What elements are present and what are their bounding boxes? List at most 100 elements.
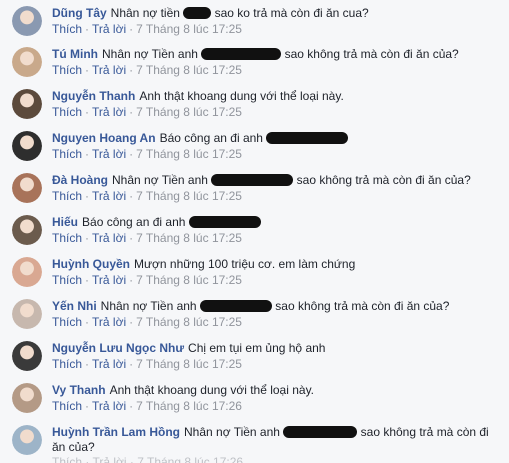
- reply-link[interactable]: Trả lời: [92, 105, 126, 119]
- reply-link[interactable]: Trả lời: [92, 63, 126, 77]
- commenter-name[interactable]: Nguyen Hoang An: [52, 131, 156, 145]
- comment-item: Dũng Tây Nhân nợ tiền sao ko trả mà còn đ…: [0, 2, 509, 44]
- like-link[interactable]: Thích: [52, 22, 82, 36]
- timestamp-link[interactable]: 7 Tháng 8 lúc 17:25: [136, 22, 242, 36]
- avatar-image: [12, 131, 42, 161]
- redaction-mark: [188, 216, 261, 228]
- avatar[interactable]: [12, 89, 42, 119]
- separator-dot: ·: [85, 231, 90, 245]
- avatar[interactable]: [12, 425, 42, 455]
- comment-text: Anh thật khoang dung với thể loại này.: [109, 383, 315, 397]
- commenter-name[interactable]: Huỳnh Trần Lam Hồng: [52, 425, 180, 439]
- commenter-name[interactable]: Dũng Tây: [52, 6, 107, 20]
- timestamp-link[interactable]: 7 Tháng 8 lúc 17:25: [136, 273, 242, 287]
- like-link[interactable]: Thích: [52, 273, 82, 287]
- commenter-name[interactable]: Vy Thanh: [52, 383, 106, 397]
- comment-text: Báo công an đi anh: [159, 131, 263, 145]
- comment-item: Yến Nhi Nhân nợ Tiền anh sao không trả mà…: [0, 295, 509, 337]
- comment-item: Nguyễn Lưu Ngọc Như Chị em tụi em ủng hộ …: [0, 337, 509, 379]
- comment-text-line: Đà Hoàng Nhân nợ Tiền anh sao không trả m…: [52, 173, 501, 188]
- comment-item: Hiếu Báo công an đi anh Thích · Trả lời · 7 T…: [0, 211, 509, 253]
- avatar[interactable]: [12, 47, 42, 77]
- avatar-image: [12, 89, 42, 119]
- comment-item: Vy Thanh Anh thật khoang dung với thể loạ…: [0, 379, 509, 421]
- avatar[interactable]: [12, 341, 42, 371]
- commenter-name[interactable]: Yến Nhi: [52, 299, 97, 313]
- timestamp-link[interactable]: 7 Tháng 8 lúc 17:25: [136, 315, 242, 329]
- comment-body: Dũng Tây Nhân nợ tiền sao ko trả mà còn đ…: [52, 6, 501, 37]
- like-link[interactable]: Thích: [52, 189, 82, 203]
- timestamp-link[interactable]: 7 Tháng 8 lúc 17:25: [136, 357, 242, 371]
- comment-text: Báo công an đi anh: [82, 215, 186, 229]
- comment-body: Hiếu Báo công an đi anh Thích · Trả lời · 7 T…: [52, 215, 501, 246]
- timestamp-link[interactable]: 7 Tháng 8 lúc 17:25: [136, 147, 242, 161]
- commenter-name[interactable]: Nguyễn Thanh: [52, 89, 135, 103]
- separator-dot: ·: [85, 273, 90, 287]
- comment-text-line: Nguyễn Thanh Anh thật khoang dung với thể…: [52, 89, 501, 104]
- avatar[interactable]: [12, 215, 42, 245]
- like-link[interactable]: Thích: [52, 315, 82, 329]
- comment-body: Huỳnh Quyền Mượn những 100 triệu cơ. em l…: [52, 257, 501, 288]
- comment-body: Yến Nhi Nhân nợ Tiền anh sao không trả mà…: [52, 299, 501, 330]
- timestamp-link[interactable]: 7 Tháng 8 lúc 17:25: [136, 231, 242, 245]
- comment-actions: Thích · Trả lời · 7 Tháng 8 lúc 17:25: [52, 357, 501, 372]
- reply-link[interactable]: Trả lời: [92, 22, 126, 36]
- comment-text-line: Hiếu Báo công an đi anh: [52, 215, 501, 230]
- separator-dot: ·: [129, 147, 134, 161]
- like-link[interactable]: Thích: [52, 357, 82, 371]
- redaction-mark: [266, 132, 349, 144]
- avatar[interactable]: [12, 383, 42, 413]
- separator-dot: ·: [129, 22, 134, 36]
- redaction-mark: [183, 7, 212, 19]
- avatar[interactable]: [12, 299, 42, 329]
- commenter-name[interactable]: Nguyễn Lưu Ngọc Như: [52, 341, 184, 355]
- separator-dot: ·: [85, 63, 90, 77]
- comment-actions: Thích · Trả lời · 7 Tháng 8 lúc 17:25: [52, 105, 501, 120]
- avatar[interactable]: [12, 131, 42, 161]
- comment-text: Chị em tụi em ủng hộ anh: [188, 341, 326, 355]
- like-link[interactable]: Thích: [52, 399, 82, 413]
- comment-text-line: Yến Nhi Nhân nợ Tiền anh sao không trả mà…: [52, 299, 501, 314]
- comment-text-line: Huỳnh Quyền Mượn những 100 triệu cơ. em l…: [52, 257, 501, 272]
- commenter-name[interactable]: Đà Hoàng: [52, 173, 108, 187]
- reply-link[interactable]: Trả lời: [92, 147, 126, 161]
- comment-actions: Thích · Trả lời · 7 Tháng 8 lúc 17:25: [52, 189, 501, 204]
- reply-link[interactable]: Trả lời: [92, 273, 126, 287]
- timestamp-link[interactable]: 7 Tháng 8 lúc 17:25: [136, 105, 242, 119]
- comment-body: Nguyen Hoang An Báo công an đi anh Thích ·…: [52, 131, 501, 162]
- reply-link[interactable]: Trả lời: [92, 357, 126, 371]
- commenter-name[interactable]: Tú Minh: [52, 47, 98, 61]
- like-link[interactable]: Thích: [52, 147, 82, 161]
- timestamp-link[interactable]: 7 Tháng 8 lúc 17:25: [136, 189, 242, 203]
- comment-text-line: Nguyen Hoang An Báo công an đi anh: [52, 131, 501, 146]
- comment-text-continued: sao không trả mà còn đi ăn của?: [275, 299, 450, 313]
- like-link[interactable]: Thích: [52, 63, 82, 77]
- comment-item: Huỳnh Quyền Mượn những 100 triệu cơ. em l…: [0, 253, 509, 295]
- avatar-image: [12, 215, 42, 245]
- avatar[interactable]: [12, 173, 42, 203]
- separator-dot: ·: [129, 189, 134, 203]
- avatar-image: [12, 173, 42, 203]
- commenter-name[interactable]: Hiếu: [52, 215, 78, 229]
- comment-text: Nhân nợ tiền: [110, 6, 180, 20]
- like-link[interactable]: Thích: [52, 105, 82, 119]
- comment-text-continued: sao ko trả mà còn đi ăn cua?: [214, 6, 369, 20]
- avatar[interactable]: [12, 257, 42, 287]
- avatar-image: [12, 6, 42, 36]
- reply-link[interactable]: Trả lời: [92, 399, 126, 413]
- comment-actions: Thích · Trả lời · 7 Tháng 8 lúc 17:25: [52, 273, 501, 288]
- reply-link[interactable]: Trả lời: [92, 315, 126, 329]
- comment-body: Tú Minh Nhân nợ Tiền anh sao không trả mà…: [52, 47, 501, 78]
- comment-actions: Thích · Trả lời · 7 Tháng 8 lúc 17:25: [52, 315, 501, 330]
- comment-text-continued: sao không trả mà còn đi ăn của?: [284, 47, 459, 61]
- separator-dot: ·: [129, 231, 134, 245]
- reply-link[interactable]: Trả lời: [92, 231, 126, 245]
- commenter-name[interactable]: Huỳnh Quyền: [52, 257, 130, 271]
- like-link[interactable]: Thích: [52, 231, 82, 245]
- reply-link[interactable]: Trả lời: [92, 189, 126, 203]
- timestamp-link[interactable]: 7 Tháng 8 lúc 17:26: [136, 399, 242, 413]
- avatar[interactable]: [12, 6, 42, 36]
- redaction-mark: [283, 426, 358, 438]
- timestamp-link[interactable]: 7 Tháng 8 lúc 17:25: [136, 63, 242, 77]
- separator-dot: ·: [129, 63, 134, 77]
